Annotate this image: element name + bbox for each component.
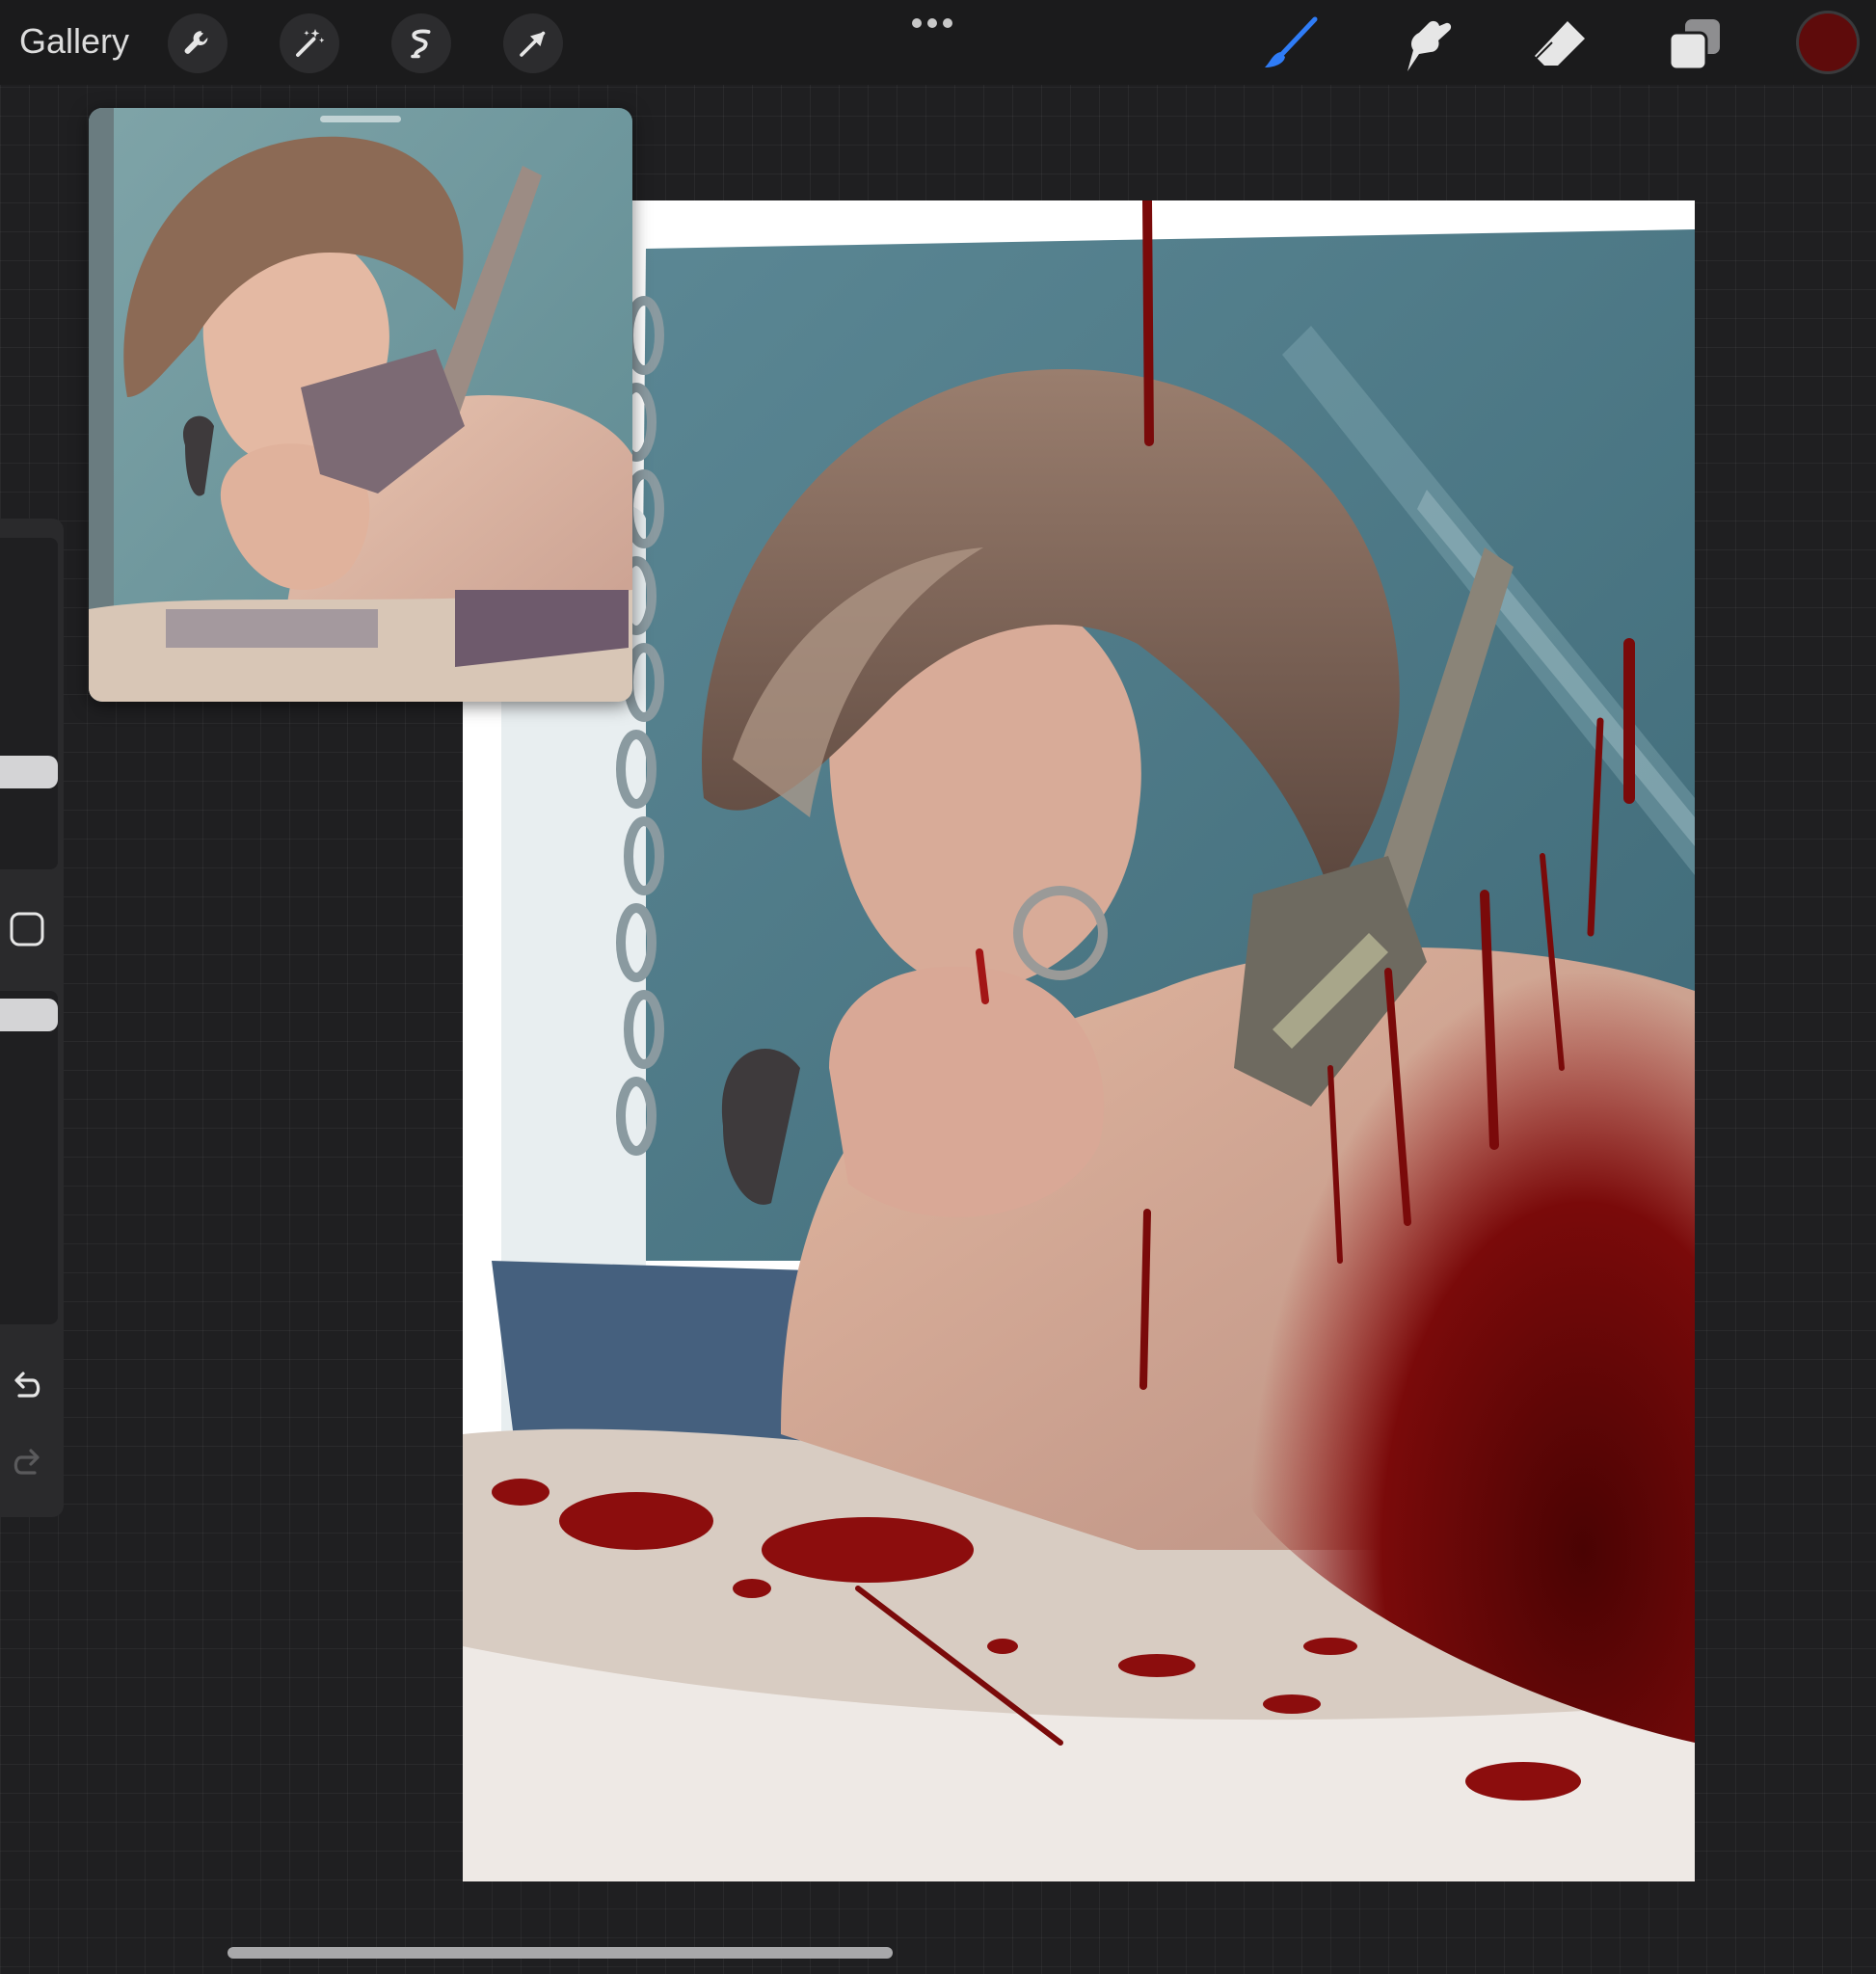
transform-arrow-icon — [520, 31, 546, 57]
selection-icon — [411, 29, 431, 59]
reference-drag-handle[interactable] — [320, 116, 401, 122]
drawing-canvas[interactable] — [463, 200, 1695, 1881]
transform-button[interactable] — [503, 13, 563, 73]
eraser-icon[interactable] — [1529, 15, 1591, 73]
selection-button[interactable] — [391, 13, 451, 73]
wrench-icon — [184, 31, 208, 54]
adjustments-button[interactable] — [280, 13, 339, 73]
reference-image-window[interactable] — [89, 108, 632, 702]
brush-size-slider[interactable] — [0, 538, 58, 869]
gallery-button[interactable]: Gallery — [19, 21, 129, 62]
brush-icon[interactable] — [1259, 15, 1321, 73]
brush-size-thumb[interactable] — [0, 756, 58, 788]
color-picker-button[interactable] — [1799, 13, 1857, 71]
redo-icon[interactable] — [8, 1444, 46, 1482]
canvas-artwork — [463, 200, 1695, 1881]
opacity-slider[interactable] — [0, 991, 58, 1324]
reference-photo — [89, 108, 632, 702]
magic-wand-icon — [296, 29, 325, 57]
actions-button[interactable] — [168, 13, 228, 73]
smudge-icon[interactable] — [1394, 15, 1456, 73]
opacity-thumb[interactable] — [0, 999, 58, 1031]
home-indicator[interactable] — [228, 1947, 893, 1959]
left-sidebar — [0, 519, 64, 1517]
modify-square-icon[interactable] — [8, 910, 46, 948]
layers-icon[interactable] — [1664, 15, 1726, 73]
undo-icon[interactable] — [8, 1367, 46, 1405]
top-toolbar: Gallery — [0, 0, 1876, 85]
more-options-icon[interactable] — [908, 12, 956, 35]
